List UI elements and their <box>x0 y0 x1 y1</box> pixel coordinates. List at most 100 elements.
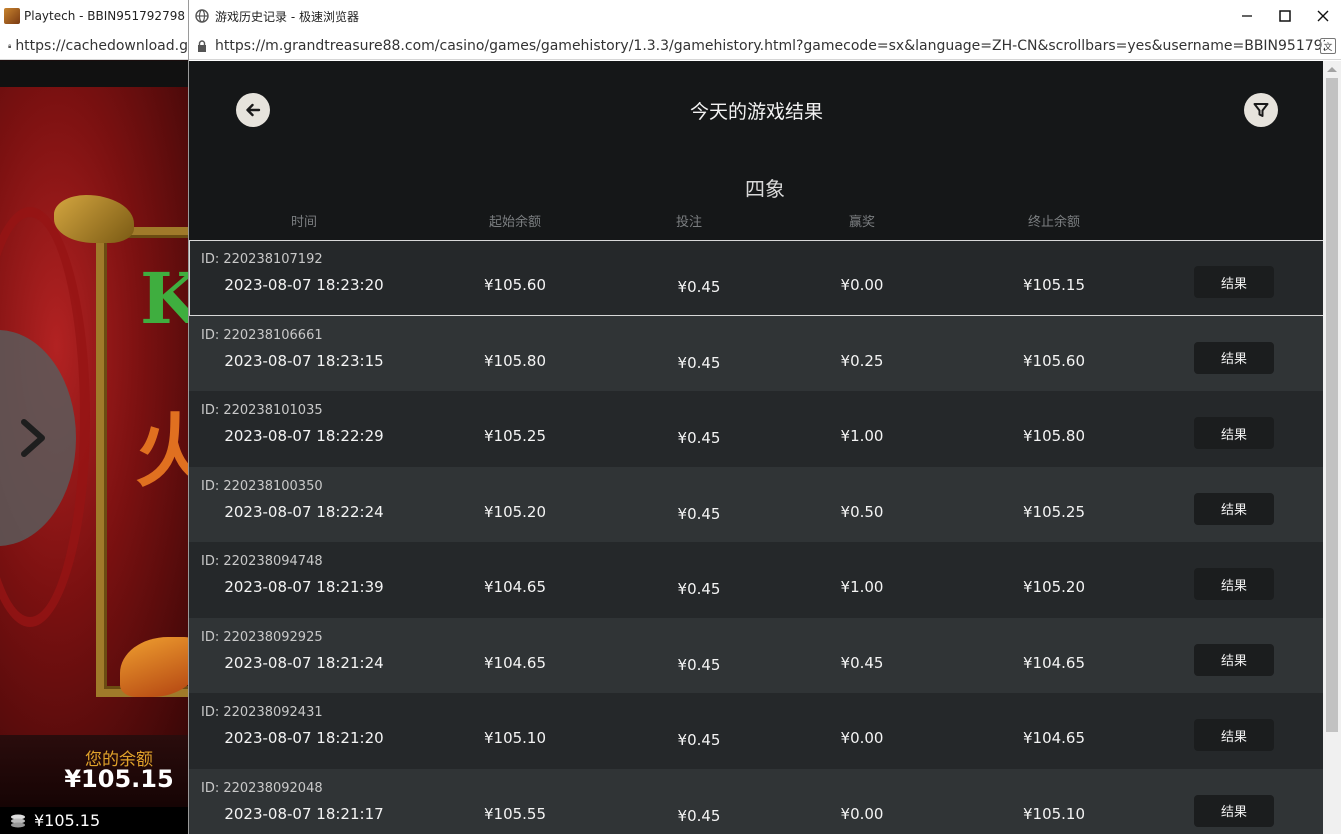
row-time: 2023-08-07 18:23:20 <box>224 276 384 294</box>
row-end-balance: ¥105.20 <box>1022 578 1086 596</box>
table-row[interactable]: ID: 220238100350 2023-08-07 18:22:24 ¥105.… <box>189 466 1324 542</box>
scrollbar-thumb[interactable] <box>1326 78 1338 732</box>
popup-address-bar[interactable]: https://m.grandtreasure88.com/casino/gam… <box>189 32 1341 60</box>
row-id-value: 220238094748 <box>223 554 323 569</box>
table-row[interactable]: ID: 220238107192 2023-08-07 18:23:20 ¥105.… <box>189 240 1324 316</box>
row-time: 2023-08-07 18:21:17 <box>224 804 384 823</box>
history-list: ID: 220238107192 2023-08-07 18:23:20 ¥105.… <box>189 240 1324 834</box>
row-end-balance: ¥105.10 <box>1022 804 1086 823</box>
row-win: ¥1.00 <box>840 578 884 596</box>
bg-url-text: https://cachedownload.g <box>15 37 188 54</box>
row-start-balance: ¥104.65 <box>483 578 547 596</box>
coins-icon <box>11 814 25 827</box>
game-history-popup-window: 游戏历史记录 - 极速浏览器 https://m.grandtreasure88… <box>188 0 1341 834</box>
row-round-id: ID: 220238101035 <box>201 403 323 418</box>
result-button[interactable]: 结果 <box>1194 417 1274 449</box>
row-id-value: 220238092431 <box>223 705 323 720</box>
bg-window-titlebar[interactable]: Playtech - BBIN951792798 - <box>0 0 188 32</box>
table-row[interactable]: ID: 220238092925 2023-08-07 18:21:24 ¥104.… <box>189 617 1324 693</box>
result-button[interactable]: 结果 <box>1194 341 1274 374</box>
maximize-icon <box>1279 10 1291 22</box>
row-time: 2023-08-07 18:21:20 <box>224 729 384 747</box>
playtech-favicon-icon <box>4 8 20 24</box>
row-end-balance: ¥104.65 <box>1022 729 1086 747</box>
table-row[interactable]: ID: 220238092431 2023-08-07 18:21:20 ¥105.… <box>189 693 1324 769</box>
row-time: 2023-08-07 18:22:24 <box>224 502 384 521</box>
row-id-prefix: ID: <box>201 478 224 494</box>
row-bet: ¥0.45 <box>677 504 721 523</box>
row-time: 2023-08-07 18:23:15 <box>224 351 384 370</box>
row-end-balance: ¥105.80 <box>1022 427 1086 445</box>
history-header: 今天的游戏结果 <box>189 61 1324 161</box>
col-header-win: 赢奖 <box>848 215 876 230</box>
result-button[interactable]: 结果 <box>1194 266 1274 298</box>
row-win: ¥1.00 <box>840 427 884 445</box>
row-id-prefix: ID: <box>201 252 224 267</box>
row-round-id: ID: 220238092925 <box>201 630 323 645</box>
translate-icon[interactable]: 文 <box>1320 38 1336 54</box>
column-headers: 时间 起始余额 投注 赢奖 终止余额 <box>189 211 1324 231</box>
row-start-balance: ¥105.10 <box>483 729 547 747</box>
row-id-prefix: ID: <box>201 403 224 418</box>
col-header-bet: 投注 <box>675 215 703 230</box>
result-button[interactable]: 结果 <box>1194 643 1274 676</box>
row-id-value: 220238107192 <box>223 252 323 267</box>
table-row[interactable]: ID: 220238106661 2023-08-07 18:23:15 ¥105.… <box>189 315 1324 391</box>
row-id-value: 220238101035 <box>223 403 323 418</box>
background-game-window: Playtech - BBIN951792798 - https://cache… <box>0 0 188 834</box>
row-win: ¥0.45 <box>840 653 884 672</box>
row-round-id: ID: 220238107192 <box>201 252 323 267</box>
close-window-button[interactable] <box>1304 0 1341 32</box>
balance-panel: 您的余额 ¥105.15 <box>0 735 188 807</box>
row-start-balance: ¥105.80 <box>483 351 547 370</box>
result-button[interactable]: 结果 <box>1194 719 1274 751</box>
filter-button[interactable] <box>1244 93 1278 127</box>
row-round-id: ID: 220238100350 <box>201 479 323 494</box>
bottom-balance-value: ¥105.15 <box>34 811 101 830</box>
row-round-id: ID: 220238092431 <box>201 705 323 720</box>
bg-address-bar[interactable]: https://cachedownload.g <box>0 32 188 60</box>
globe-icon <box>195 9 209 23</box>
table-row[interactable]: ID: 220238101035 2023-08-07 18:22:29 ¥105.… <box>189 391 1324 467</box>
lock-icon <box>198 39 206 52</box>
popup-url-text: https://m.grandtreasure88.com/casino/gam… <box>215 37 1325 54</box>
popup-titlebar[interactable]: 游戏历史记录 - 极速浏览器 <box>189 0 1341 32</box>
row-start-balance: ¥105.25 <box>483 427 547 445</box>
result-button[interactable]: 结果 <box>1194 794 1274 827</box>
fire-glyph: 火 <box>135 404 188 498</box>
row-bet: ¥0.45 <box>677 806 721 825</box>
col-header-start-balance: 起始余额 <box>488 215 542 230</box>
row-win: ¥0.00 <box>840 804 884 823</box>
scroll-up-arrow-icon[interactable] <box>1327 67 1337 72</box>
window-controls <box>1228 0 1341 32</box>
game-top-strip <box>0 61 188 87</box>
row-bet: ¥0.45 <box>677 731 721 749</box>
bg-window-title: Playtech - BBIN951792798 - <box>24 9 188 23</box>
row-win: ¥0.00 <box>840 729 884 747</box>
result-button[interactable]: 结果 <box>1194 568 1274 600</box>
minimize-button[interactable] <box>1228 0 1266 32</box>
table-row[interactable]: ID: 220238094748 2023-08-07 18:21:39 ¥104.… <box>189 542 1324 618</box>
maximize-button[interactable] <box>1266 0 1304 32</box>
row-id-prefix: ID: <box>201 705 224 720</box>
lock-icon <box>8 43 11 48</box>
row-win: ¥0.25 <box>840 351 884 370</box>
row-round-id: ID: 220238092048 <box>201 781 323 796</box>
row-end-balance: ¥105.60 <box>1022 351 1086 370</box>
row-win: ¥0.50 <box>840 502 884 521</box>
row-bet: ¥0.45 <box>677 429 721 447</box>
balance-value: ¥105.15 <box>64 765 174 793</box>
funnel-icon <box>1253 103 1269 117</box>
page-scrollbar[interactable] <box>1323 61 1341 834</box>
row-start-balance: ¥105.20 <box>483 502 547 521</box>
popup-window-title: 游戏历史记录 - 极速浏览器 <box>215 9 359 24</box>
row-id-prefix: ID: <box>201 780 224 796</box>
table-row[interactable]: ID: 220238092048 2023-08-07 18:21:17 ¥105.… <box>189 768 1324 834</box>
row-win: ¥0.00 <box>840 276 884 294</box>
row-round-id: ID: 220238094748 <box>201 554 323 569</box>
row-bet: ¥0.45 <box>677 580 721 598</box>
row-id-value: 220238106661 <box>223 327 323 343</box>
row-id-prefix: ID: <box>201 629 224 645</box>
result-button[interactable]: 结果 <box>1194 492 1274 525</box>
row-bet: ¥0.45 <box>677 655 721 674</box>
